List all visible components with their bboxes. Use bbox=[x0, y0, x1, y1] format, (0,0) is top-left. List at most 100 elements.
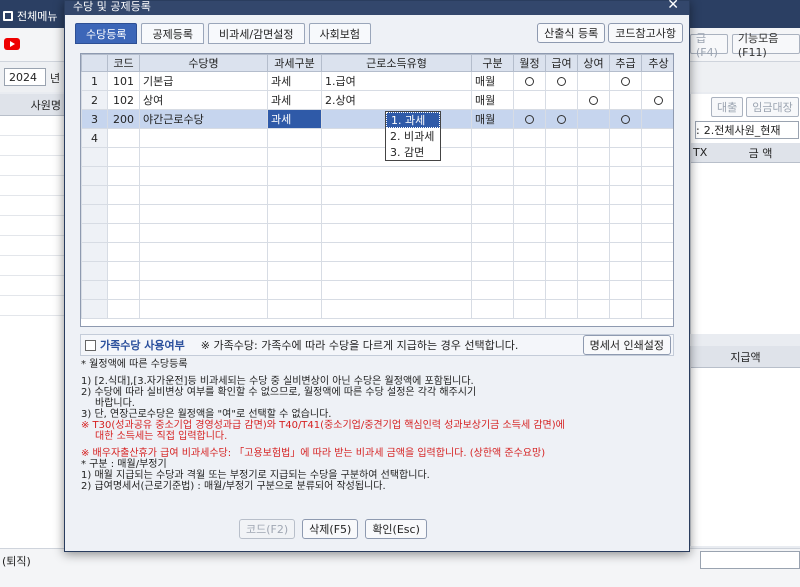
grid-cell[interactable] bbox=[609, 261, 642, 281]
grid-cell[interactable] bbox=[545, 242, 578, 262]
grid-cell[interactable] bbox=[321, 280, 472, 300]
grid-cell[interactable] bbox=[139, 261, 268, 281]
list-item[interactable] bbox=[0, 136, 65, 156]
cell-salary[interactable] bbox=[545, 90, 578, 110]
grid-cell[interactable] bbox=[545, 204, 578, 224]
loan-button[interactable]: 대출 bbox=[711, 97, 744, 117]
table-row[interactable] bbox=[81, 204, 673, 224]
grid-cell[interactable] bbox=[513, 299, 546, 319]
table-row[interactable]: 1 101 기본급 과세 1.급여 매월 bbox=[81, 71, 673, 91]
grid-cell[interactable] bbox=[471, 166, 514, 186]
cell-division[interactable]: 매월 bbox=[471, 90, 514, 110]
tab-nontax[interactable]: 비과세/감면설정 bbox=[207, 23, 305, 44]
wage-ledger-button[interactable]: 임금대장 bbox=[746, 97, 799, 117]
grid-cell[interactable] bbox=[577, 185, 610, 205]
grid-cell[interactable] bbox=[471, 299, 514, 319]
grid-cell[interactable] bbox=[267, 299, 322, 319]
cell-name[interactable]: 기본급 bbox=[139, 71, 268, 91]
grid-cell[interactable] bbox=[545, 261, 578, 281]
list-item[interactable] bbox=[0, 116, 65, 136]
grid-cell[interactable] bbox=[545, 280, 578, 300]
grid-cell[interactable] bbox=[471, 242, 514, 262]
close-icon[interactable]: ✕ bbox=[667, 0, 679, 13]
grid-cell[interactable] bbox=[513, 185, 546, 205]
grid-cell[interactable] bbox=[139, 242, 268, 262]
grid-cell[interactable] bbox=[139, 185, 268, 205]
grid-cell[interactable] bbox=[513, 223, 546, 243]
cell-code[interactable] bbox=[107, 128, 140, 148]
grid-cell[interactable] bbox=[321, 299, 472, 319]
grid-cell[interactable] bbox=[321, 223, 472, 243]
grid-cell[interactable] bbox=[545, 147, 578, 167]
dialog-title-bar[interactable]: 수당 및 공제등록 ✕ bbox=[65, 0, 689, 15]
grid-cell[interactable] bbox=[139, 299, 268, 319]
cell-monthly[interactable] bbox=[513, 90, 546, 110]
list-item[interactable] bbox=[0, 276, 65, 296]
cell-bonus[interactable] bbox=[577, 109, 610, 129]
list-item[interactable] bbox=[0, 156, 65, 176]
cell-code[interactable]: 101 bbox=[107, 71, 140, 91]
cell-tax-editing[interactable]: 과세 bbox=[267, 109, 322, 129]
grid-cell[interactable] bbox=[267, 204, 322, 224]
grid-cell[interactable] bbox=[267, 242, 322, 262]
grid-cell[interactable] bbox=[609, 185, 642, 205]
list-item[interactable] bbox=[0, 196, 65, 216]
bottom-field[interactable] bbox=[700, 551, 800, 569]
grid-cell[interactable] bbox=[545, 185, 578, 205]
grid-cell[interactable] bbox=[267, 185, 322, 205]
cell-retro-bonus[interactable] bbox=[641, 71, 673, 91]
grid-cell[interactable] bbox=[577, 299, 610, 319]
table-row[interactable]: 4 bbox=[81, 128, 673, 148]
grid-cell[interactable] bbox=[577, 204, 610, 224]
dropdown-option-nontaxable[interactable]: 2. 비과세 bbox=[386, 128, 440, 144]
list-item[interactable] bbox=[0, 176, 65, 196]
grid-cell[interactable] bbox=[321, 261, 472, 281]
grid-cell[interactable] bbox=[139, 280, 268, 300]
grid-cell[interactable] bbox=[641, 280, 673, 300]
app-button-f4[interactable]: 급(F4) bbox=[690, 32, 728, 59]
cell-retro-salary[interactable] bbox=[609, 90, 642, 110]
list-item[interactable] bbox=[0, 236, 65, 256]
cell-monthly[interactable] bbox=[513, 71, 546, 91]
grid-cell[interactable] bbox=[107, 147, 140, 167]
cell-name[interactable]: 상여 bbox=[139, 90, 268, 110]
grid-cell[interactable] bbox=[545, 166, 578, 186]
tab-allowance[interactable]: 수당등록 bbox=[75, 23, 138, 44]
formula-register-button[interactable]: 산출식 등록 bbox=[537, 23, 606, 43]
tab-deduction[interactable]: 공제등록 bbox=[141, 23, 204, 44]
grid-cell[interactable] bbox=[577, 242, 610, 262]
grid-cell[interactable] bbox=[609, 166, 642, 186]
grid-cell[interactable] bbox=[267, 280, 322, 300]
grid-cell[interactable] bbox=[513, 147, 546, 167]
grid-cell[interactable] bbox=[577, 261, 610, 281]
cell-salary[interactable] bbox=[545, 128, 578, 148]
grid-cell[interactable] bbox=[321, 185, 472, 205]
cell-code[interactable]: 200 bbox=[107, 109, 140, 129]
grid-cell[interactable] bbox=[471, 147, 514, 167]
grid-cell[interactable] bbox=[641, 166, 673, 186]
grid-cell[interactable] bbox=[471, 280, 514, 300]
list-item[interactable] bbox=[0, 296, 65, 316]
cell-salary[interactable] bbox=[545, 109, 578, 129]
cell-retro-salary[interactable] bbox=[609, 109, 642, 129]
grid-cell[interactable] bbox=[139, 223, 268, 243]
grid-cell[interactable] bbox=[545, 223, 578, 243]
cell-retro-bonus[interactable] bbox=[641, 128, 673, 148]
grid-cell[interactable] bbox=[267, 223, 322, 243]
grid-cell[interactable] bbox=[107, 299, 140, 319]
cell-retro-bonus[interactable] bbox=[641, 90, 673, 110]
list-item[interactable] bbox=[0, 216, 65, 236]
grid-cell[interactable] bbox=[107, 185, 140, 205]
grid-cell[interactable] bbox=[321, 242, 472, 262]
grid-cell[interactable] bbox=[641, 242, 673, 262]
dropdown-option-reduction[interactable]: 3. 감면 bbox=[386, 144, 440, 160]
employee-scope-select[interactable]: : 2.전체사원_현재 bbox=[695, 121, 799, 139]
print-settings-button[interactable]: 명세서 인쇄설정 bbox=[582, 335, 671, 355]
grid-cell[interactable] bbox=[107, 204, 140, 224]
dropdown-option-taxable[interactable]: 1. 과세 bbox=[386, 112, 440, 128]
youtube-icon[interactable] bbox=[4, 38, 20, 50]
table-row[interactable]: 2 102 상여 과세 2.상여 매월 bbox=[81, 90, 673, 110]
grid-cell[interactable] bbox=[471, 185, 514, 205]
grid-cell[interactable] bbox=[641, 223, 673, 243]
function-collection-button[interactable]: 기능모음(F11) bbox=[731, 32, 800, 59]
